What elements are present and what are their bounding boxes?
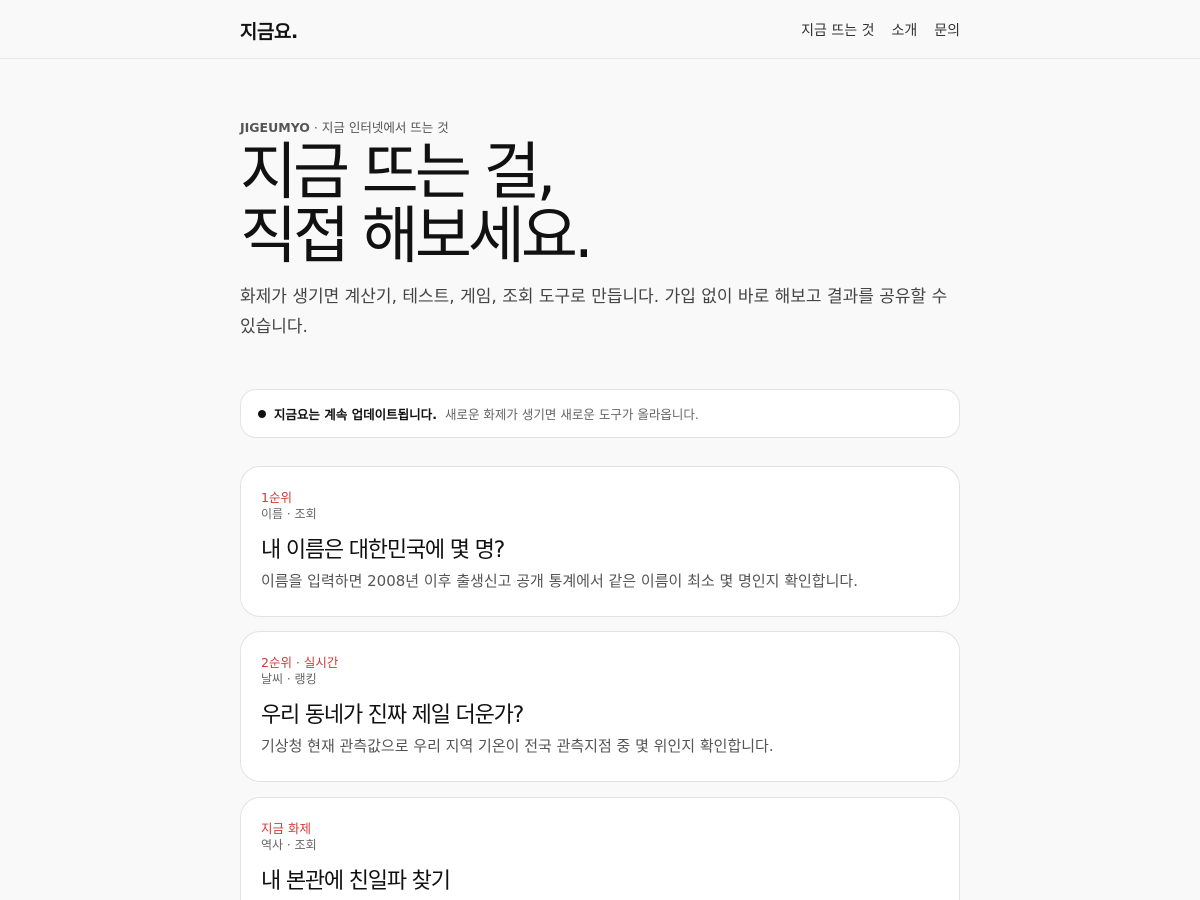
brand-logo[interactable]: 지금요. (240, 17, 298, 44)
card-rank: 지금 화제 (261, 821, 311, 836)
card-rank: 2순위 · 실시간 (261, 655, 339, 670)
hero-headline: 지금 뜨는 걸, 직접 해보세요. (240, 140, 960, 268)
card-title: 내 본관에 친일파 찾기 (261, 869, 451, 894)
hero-eyebrow: JIGEUMYO · 지금 인터넷에서 뜨는 것 (240, 117, 449, 136)
card-category: 날씨 · 랭킹 (261, 672, 317, 686)
nav-trending[interactable]: 지금 뜨는 것 (801, 20, 874, 40)
card-description: 기상청 현재 관측값으로 우리 지역 기온이 전국 관측지점 중 몇 위인지 확… (261, 737, 774, 755)
tool-card[interactable]: 1순위 이름 · 조회 내 이름은 대한민국에 몇 명? 이름을 입력하면 20… (240, 466, 960, 617)
eyebrow-tag: JIGEUMYO (240, 120, 310, 135)
tool-card[interactable]: 지금 화제 역사 · 조회 내 본관에 친일파 찾기 (240, 797, 960, 900)
top-bar: 지금요. 지금 뜨는 것 소개 문의 (0, 0, 1200, 59)
notice-strong-text: 지금요는 계속 업데이트됩니다. (274, 407, 437, 422)
nav-contact[interactable]: 문의 (934, 20, 960, 40)
headline-line-2: 직접 해보세요. (240, 199, 594, 272)
update-notice: 지금요는 계속 업데이트됩니다. 새로운 화제가 생기면 새로운 도구가 올라옵… (240, 389, 960, 438)
headline-line-1: 지금 뜨는 걸, (240, 135, 556, 208)
hero-lead: 화제가 생기면 계산기, 테스트, 게임, 조회 도구로 만듭니다. 가입 없이… (240, 287, 948, 337)
card-title: 내 이름은 대한민국에 몇 명? (261, 538, 505, 563)
notice-text: 새로운 화제가 생기면 새로운 도구가 올라옵니다. (444, 407, 699, 422)
card-category: 역사 · 조회 (261, 838, 317, 852)
card-description: 이름을 입력하면 2008년 이후 출생신고 공개 통계에서 같은 이름이 최소… (261, 572, 858, 590)
card-rank: 1순위 (261, 490, 292, 505)
main-nav: 지금 뜨는 것 소개 문의 (801, 20, 960, 40)
tool-card[interactable]: 2순위 · 실시간 날씨 · 랭킹 우리 동네가 진짜 제일 더운가? 기상청 … (240, 631, 960, 782)
eyebrow-text: · 지금 인터넷에서 뜨는 것 (309, 120, 449, 135)
card-category: 이름 · 조회 (261, 507, 317, 521)
card-title: 우리 동네가 진짜 제일 더운가? (261, 703, 524, 728)
bullet-dot-icon (258, 409, 266, 418)
nav-about[interactable]: 소개 (891, 20, 917, 40)
